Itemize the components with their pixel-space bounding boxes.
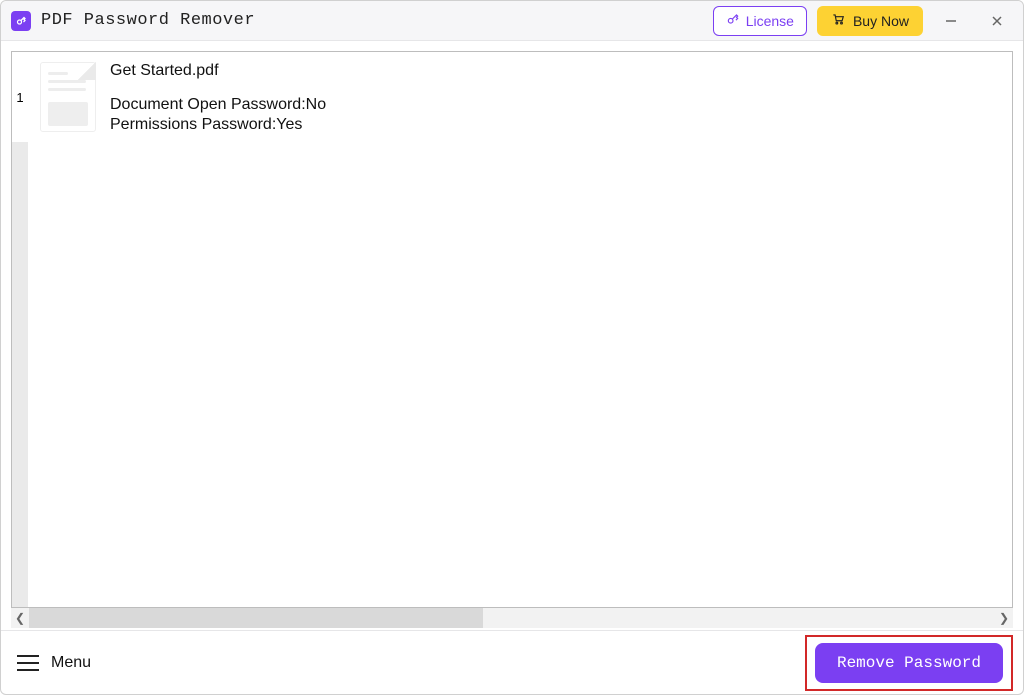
menu-button[interactable]: Menu: [11, 648, 97, 678]
buy-now-label: Buy Now: [853, 13, 909, 29]
app-window: PDF Password Remover License Buy Now 1: [0, 0, 1024, 695]
annotation-highlight: Remove Password: [805, 635, 1013, 691]
footer-bar: Menu Remove Password: [1, 630, 1023, 694]
close-button[interactable]: [979, 6, 1015, 36]
scroll-thumb[interactable]: [29, 608, 483, 628]
horizontal-scrollbar[interactable]: ❮ ❯: [11, 608, 1013, 628]
open-password-line: Document Open Password:No: [110, 96, 326, 114]
permissions-password-line: Permissions Password:Yes: [110, 116, 326, 134]
hamburger-icon: [17, 655, 39, 671]
remove-password-button[interactable]: Remove Password: [815, 643, 1003, 683]
file-name: Get Started.pdf: [110, 62, 326, 80]
row-number: 1: [12, 52, 28, 142]
title-bar: PDF Password Remover License Buy Now: [1, 1, 1023, 41]
license-button[interactable]: License: [713, 6, 807, 36]
license-label: License: [746, 13, 794, 29]
file-list-body: Get Started.pdf Document Open Password:N…: [28, 52, 1012, 607]
file-thumbnail-icon: [40, 62, 96, 132]
app-title: PDF Password Remover: [41, 11, 255, 30]
app-logo-icon: [11, 11, 31, 31]
file-row[interactable]: Get Started.pdf Document Open Password:N…: [28, 52, 1012, 142]
row-number-gutter: 1: [12, 52, 28, 607]
vertical-scroll-track[interactable]: [12, 142, 28, 607]
main-area: 1 Get Started.pdf Document Open P: [1, 41, 1023, 630]
minimize-button[interactable]: [933, 6, 969, 36]
file-meta: Get Started.pdf Document Open Password:N…: [110, 62, 326, 134]
buy-now-button[interactable]: Buy Now: [817, 6, 923, 36]
scroll-left-arrow-icon[interactable]: ❮: [11, 611, 29, 625]
cart-icon: [831, 12, 845, 29]
key-icon: [726, 12, 740, 29]
scroll-right-arrow-icon[interactable]: ❯: [995, 611, 1013, 625]
scroll-track[interactable]: [29, 608, 995, 628]
menu-label: Menu: [51, 654, 91, 672]
file-list-frame: 1 Get Started.pdf Document Open P: [11, 51, 1013, 608]
